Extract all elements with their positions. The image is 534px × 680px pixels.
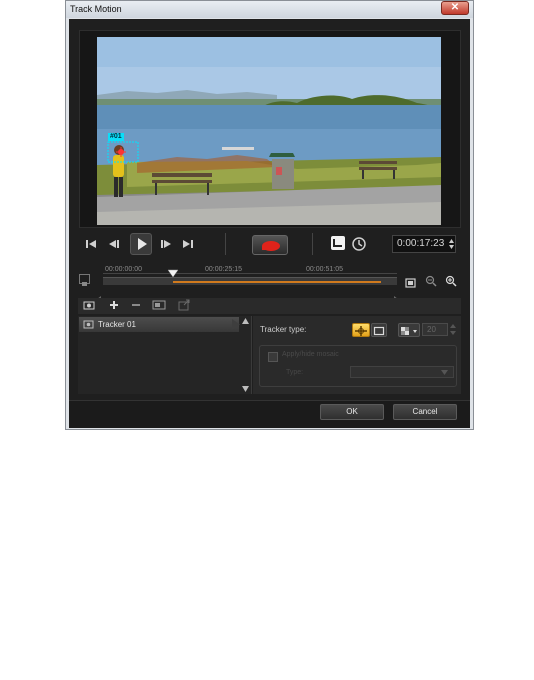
step-back-icon: [109, 240, 119, 248]
scroll-right-button[interactable]: [394, 289, 399, 302]
tracking-path-icon: [333, 239, 342, 247]
cancel-button[interactable]: Cancel: [393, 404, 457, 420]
selected-arrow-icon: [232, 319, 240, 330]
window-title: Track Motion: [70, 4, 122, 14]
tracker-item-icon: [83, 320, 94, 329]
play-icon: [138, 238, 147, 250]
spinner-icon[interactable]: [448, 238, 455, 250]
rename-icon: [152, 300, 166, 310]
timecode-value: 0:00:17:23: [397, 238, 445, 249]
rename-tracker-button[interactable]: [152, 299, 166, 313]
separator: [225, 233, 226, 255]
zoom-in-button[interactable]: [445, 274, 457, 287]
chevron-down-icon: [441, 370, 448, 375]
fit-window-icon: [405, 278, 416, 288]
timeline-tick-0: 00:00:00:00: [105, 266, 142, 273]
zoom-out-button[interactable]: [425, 274, 437, 287]
area-icon: [373, 326, 385, 336]
timecode-field[interactable]: 0:00:17:23: [392, 235, 456, 253]
remove-tracker-button[interactable]: [129, 299, 143, 313]
video-preview[interactable]: #01: [97, 37, 441, 225]
timeline-tick-2: 00:00:51:05: [306, 266, 343, 273]
record-icon: [262, 241, 280, 251]
track-motion-record-button[interactable]: [252, 235, 288, 255]
stepper-arrows-icon[interactable]: [450, 324, 456, 335]
track-point-button[interactable]: [352, 323, 370, 337]
scroll-left-button[interactable]: [97, 289, 102, 302]
add-tracker-button[interactable]: [107, 299, 121, 313]
timeline-ruler: [103, 273, 397, 274]
mosaic-shape-dropdown[interactable]: [350, 366, 454, 378]
timeline-tick-1: 00:00:25:15: [205, 266, 242, 273]
mosaic-size-stepper[interactable]: 20: [422, 323, 448, 336]
playhead-icon: [167, 269, 179, 278]
apply-mosaic-checkbox[interactable]: [268, 352, 278, 362]
apply-mosaic-label: Apply/hide mosaic: [282, 351, 339, 358]
path-mode-button[interactable]: [331, 236, 345, 250]
close-icon: ✕: [450, 2, 460, 13]
mosaic-type-label: Type:: [286, 369, 304, 376]
video-frame-image: [97, 37, 441, 225]
export-icon: [178, 299, 190, 311]
scroll-down-icon[interactable]: [242, 386, 249, 392]
timeline-icon: [82, 282, 87, 286]
zoom-out-icon: [425, 275, 437, 287]
history-icon: [352, 237, 366, 251]
tracker-type-label: Tracker type:: [260, 325, 307, 334]
minus-icon: [132, 304, 140, 306]
scroll-up-icon[interactable]: [242, 318, 249, 324]
go-to-end-button[interactable]: [181, 238, 195, 250]
skip-end-icon: [183, 240, 193, 248]
crosshair-icon: [355, 326, 367, 336]
playhead[interactable]: [167, 266, 179, 278]
export-tracker-button[interactable]: [177, 299, 191, 313]
tracker-tag: #01: [110, 133, 122, 140]
go-to-start-button[interactable]: [84, 238, 98, 250]
reset-button[interactable]: [351, 236, 367, 252]
ok-button[interactable]: OK: [320, 404, 384, 420]
track-area-button[interactable]: [371, 323, 387, 337]
zoom-in-icon: [445, 275, 457, 287]
skip-start-icon: [86, 240, 96, 248]
fit-timeline-button[interactable]: [79, 274, 90, 286]
close-button[interactable]: ✕: [441, 1, 469, 15]
tracked-range-bar: [173, 281, 381, 283]
plus-icon: [110, 301, 118, 309]
tracker-icon: [83, 301, 95, 310]
play-button[interactable]: [130, 233, 152, 255]
tracker-settings-button[interactable]: [82, 299, 96, 313]
fit-project-button[interactable]: [405, 275, 416, 288]
step-forward-icon: [161, 240, 171, 248]
previous-frame-button[interactable]: [106, 238, 120, 250]
mosaic-icon: [401, 327, 417, 335]
mosaic-size-value: 20: [427, 325, 436, 334]
tracker-item-label: Tracker 01: [98, 320, 136, 329]
separator: [312, 233, 313, 255]
title-bar[interactable]: [66, 1, 473, 18]
mosaic-type-dropdown[interactable]: [398, 323, 420, 337]
next-frame-button[interactable]: [160, 238, 174, 250]
